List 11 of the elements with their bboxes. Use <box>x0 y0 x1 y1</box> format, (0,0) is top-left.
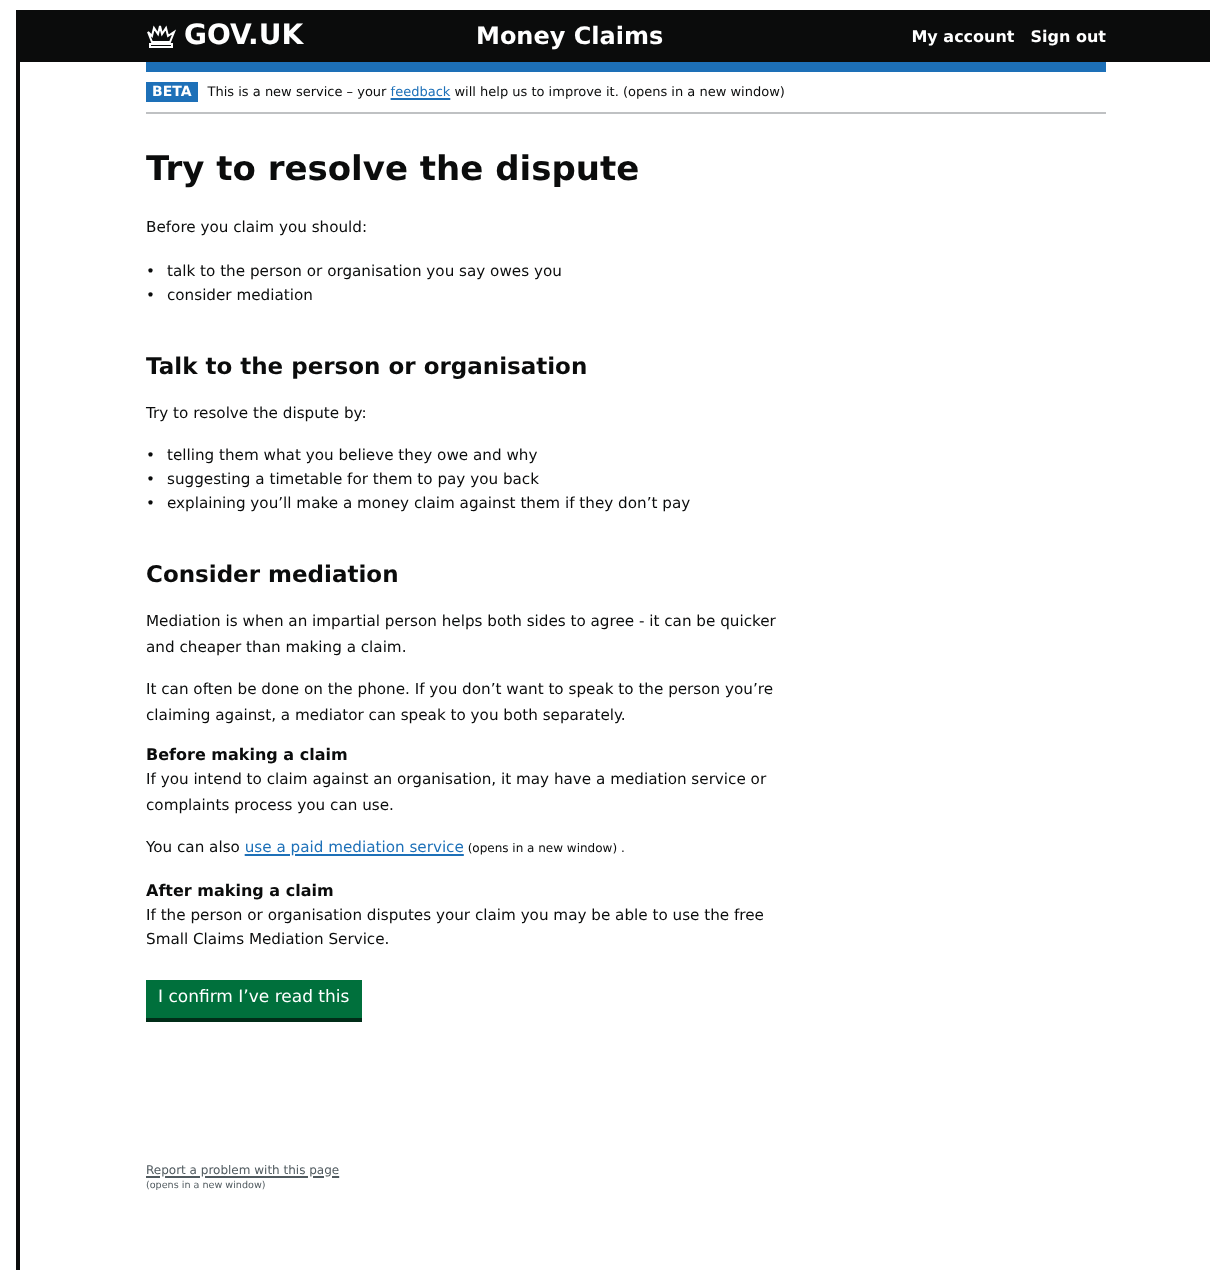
subheading: After making a claim <box>146 881 336 899</box>
logo-text[interactable]: GOV.UK <box>184 20 304 52</box>
nav-link[interactable]: Sign out <box>1030 27 1106 45</box>
section-heading: Consider mediation <box>146 560 401 588</box>
subheading: Before making a claim <box>146 746 350 764</box>
page-heading: Try to resolve the dispute <box>146 150 642 190</box>
nav-link[interactable]: My account <box>911 27 1015 45</box>
service-name[interactable]: Money Claims <box>476 22 664 50</box>
crown-icon <box>146 24 176 48</box>
section-heading: Talk to the person or organisation <box>146 351 590 379</box>
confirm-button[interactable]: I confirm I’ve read this <box>146 979 362 1017</box>
